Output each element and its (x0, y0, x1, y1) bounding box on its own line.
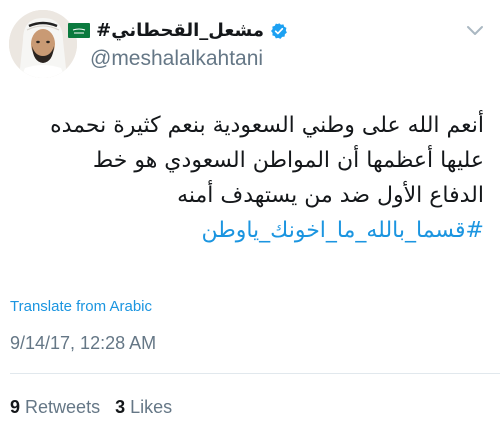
chevron-down-icon[interactable] (466, 24, 484, 38)
saudi-flag-icon (68, 23, 91, 38)
verified-badge-icon (271, 22, 287, 39)
avatar[interactable] (9, 10, 77, 78)
divider (10, 373, 500, 374)
tweet-line: الدفاع الأول ضد من يستهدف أمنه (177, 183, 484, 208)
tweet-line: عليها أعظمها أن المواطن السعودي هو خط (92, 148, 484, 173)
retweets-count: 9 (10, 397, 21, 417)
user-handle[interactable]: @meshalalkahtani (90, 47, 263, 71)
likes-count: 3 (115, 397, 126, 417)
tweet-line: أنعم الله على وطني السعودية بنعم كثيرة ن… (50, 113, 484, 138)
likes-stat[interactable]: 3 Likes (115, 397, 172, 417)
translate-link[interactable]: Translate from Arabic (10, 298, 152, 315)
avatar-photo (9, 10, 77, 78)
engagement-stats: 9 Retweets 3 Likes (10, 397, 182, 418)
tweet-timestamp: 9/14/17, 12:28 AM (10, 333, 157, 353)
tweet-text: أنعم الله على وطني السعودية بنعم كثيرة ن… (14, 108, 484, 248)
likes-label: Likes (130, 397, 173, 417)
retweets-label: Retweets (25, 397, 101, 417)
display-name[interactable]: #مشعل_القحطاني (96, 20, 264, 41)
author-name-row[interactable]: #مشعل_القحطاني (68, 20, 288, 41)
retweets-stat[interactable]: 9 Retweets (10, 397, 105, 417)
hashtag-link[interactable]: #قسما_بالله_ما_اخونك_ياوطن (14, 213, 484, 248)
